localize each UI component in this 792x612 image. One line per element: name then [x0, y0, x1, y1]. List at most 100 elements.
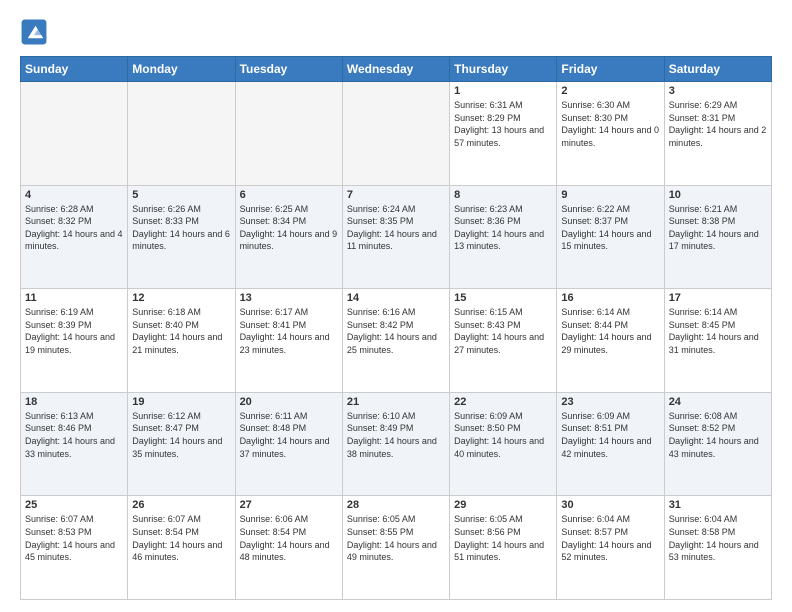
day-number: 29 — [454, 499, 552, 511]
day-info: Sunrise: 6:30 AMSunset: 8:30 PMDaylight:… — [561, 99, 659, 149]
day-info: Sunrise: 6:10 AMSunset: 8:49 PMDaylight:… — [347, 410, 445, 460]
day-number: 2 — [561, 85, 659, 97]
calendar-cell: 7 Sunrise: 6:24 AMSunset: 8:35 PMDaylight… — [342, 185, 449, 289]
day-number: 30 — [561, 499, 659, 511]
calendar-cell: 28 Sunrise: 6:05 AMSunset: 8:55 PMDayligh… — [342, 496, 449, 600]
day-info: Sunrise: 6:15 AMSunset: 8:43 PMDaylight:… — [454, 306, 552, 356]
day-info: Sunrise: 6:08 AMSunset: 8:52 PMDaylight:… — [669, 410, 767, 460]
day-info: Sunrise: 6:07 AMSunset: 8:53 PMDaylight:… — [25, 513, 123, 563]
day-header-wednesday: Wednesday — [342, 57, 449, 82]
day-info: Sunrise: 6:13 AMSunset: 8:46 PMDaylight:… — [25, 410, 123, 460]
day-info: Sunrise: 6:09 AMSunset: 8:51 PMDaylight:… — [561, 410, 659, 460]
day-info: Sunrise: 6:04 AMSunset: 8:57 PMDaylight:… — [561, 513, 659, 563]
calendar-cell — [235, 82, 342, 186]
day-number: 11 — [25, 292, 123, 304]
calendar-cell: 4Sunrise: 6:28 AMSunset: 8:32 PMDaylight… — [21, 185, 128, 289]
day-number: 23 — [561, 396, 659, 408]
day-number: 14 — [347, 292, 445, 304]
calendar-cell: 26 Sunrise: 6:07 AMSunset: 8:54 PMDayligh… — [128, 496, 235, 600]
calendar-cell: 31Sunrise: 6:04 AMSunset: 8:58 PMDayligh… — [664, 496, 771, 600]
calendar-cell: 11Sunrise: 6:19 AMSunset: 8:39 PMDayligh… — [21, 289, 128, 393]
day-number: 6 — [240, 189, 338, 201]
day-number: 5 — [132, 189, 230, 201]
calendar-cell: 19 Sunrise: 6:12 AMSunset: 8:47 PMDayligh… — [128, 392, 235, 496]
day-number: 12 — [132, 292, 230, 304]
calendar-week-row: 25 Sunrise: 6:07 AMSunset: 8:53 PMDayligh… — [21, 496, 772, 600]
calendar-cell: 6 Sunrise: 6:25 AMSunset: 8:34 PMDaylight… — [235, 185, 342, 289]
calendar-cell: 10 Sunrise: 6:21 AMSunset: 8:38 PMDayligh… — [664, 185, 771, 289]
calendar-cell: 21 Sunrise: 6:10 AMSunset: 8:49 PMDayligh… — [342, 392, 449, 496]
day-header-monday: Monday — [128, 57, 235, 82]
day-number: 20 — [240, 396, 338, 408]
calendar-table: SundayMondayTuesdayWednesdayThursdayFrid… — [20, 56, 772, 600]
calendar-week-row: 1Sunrise: 6:31 AMSunset: 8:29 PMDaylight… — [21, 82, 772, 186]
day-number: 17 — [669, 292, 767, 304]
calendar-cell: 14Sunrise: 6:16 AMSunset: 8:42 PMDayligh… — [342, 289, 449, 393]
day-info: Sunrise: 6:09 AMSunset: 8:50 PMDaylight:… — [454, 410, 552, 460]
day-info: Sunrise: 6:26 AMSunset: 8:33 PMDaylight:… — [132, 203, 230, 253]
calendar-cell: 24 Sunrise: 6:08 AMSunset: 8:52 PMDayligh… — [664, 392, 771, 496]
logo-icon — [20, 18, 48, 46]
day-info: Sunrise: 6:17 AMSunset: 8:41 PMDaylight:… — [240, 306, 338, 356]
calendar-header-row: SundayMondayTuesdayWednesdayThursdayFrid… — [21, 57, 772, 82]
day-header-thursday: Thursday — [450, 57, 557, 82]
calendar-week-row: 4Sunrise: 6:28 AMSunset: 8:32 PMDaylight… — [21, 185, 772, 289]
day-info: Sunrise: 6:23 AMSunset: 8:36 PMDaylight:… — [454, 203, 552, 253]
day-number: 9 — [561, 189, 659, 201]
calendar-cell — [21, 82, 128, 186]
calendar-cell: 30 Sunrise: 6:04 AMSunset: 8:57 PMDayligh… — [557, 496, 664, 600]
day-header-saturday: Saturday — [664, 57, 771, 82]
day-number: 19 — [132, 396, 230, 408]
day-header-sunday: Sunday — [21, 57, 128, 82]
calendar-cell: 18 Sunrise: 6:13 AMSunset: 8:46 PMDayligh… — [21, 392, 128, 496]
day-info: Sunrise: 6:12 AMSunset: 8:47 PMDaylight:… — [132, 410, 230, 460]
calendar-cell: 22 Sunrise: 6:09 AMSunset: 8:50 PMDayligh… — [450, 392, 557, 496]
day-number: 21 — [347, 396, 445, 408]
calendar-cell: 23 Sunrise: 6:09 AMSunset: 8:51 PMDayligh… — [557, 392, 664, 496]
day-number: 26 — [132, 499, 230, 511]
header — [20, 18, 772, 46]
calendar-cell: 15Sunrise: 6:15 AMSunset: 8:43 PMDayligh… — [450, 289, 557, 393]
day-number: 7 — [347, 189, 445, 201]
day-number: 18 — [25, 396, 123, 408]
day-number: 25 — [25, 499, 123, 511]
day-info: Sunrise: 6:14 AMSunset: 8:44 PMDaylight:… — [561, 306, 659, 356]
calendar-cell: 5 Sunrise: 6:26 AMSunset: 8:33 PMDaylight… — [128, 185, 235, 289]
calendar-cell: 17 Sunrise: 6:14 AMSunset: 8:45 PMDayligh… — [664, 289, 771, 393]
day-info: Sunrise: 6:25 AMSunset: 8:34 PMDaylight:… — [240, 203, 338, 253]
calendar-cell — [128, 82, 235, 186]
day-number: 16 — [561, 292, 659, 304]
day-info: Sunrise: 6:11 AMSunset: 8:48 PMDaylight:… — [240, 410, 338, 460]
day-number: 8 — [454, 189, 552, 201]
logo — [20, 18, 52, 46]
calendar-cell: 1Sunrise: 6:31 AMSunset: 8:29 PMDaylight… — [450, 82, 557, 186]
day-info: Sunrise: 6:29 AMSunset: 8:31 PMDaylight:… — [669, 99, 767, 149]
calendar-cell: 20 Sunrise: 6:11 AMSunset: 8:48 PMDayligh… — [235, 392, 342, 496]
day-info: Sunrise: 6:28 AMSunset: 8:32 PMDaylight:… — [25, 203, 123, 253]
day-number: 22 — [454, 396, 552, 408]
day-number: 10 — [669, 189, 767, 201]
day-info: Sunrise: 6:24 AMSunset: 8:35 PMDaylight:… — [347, 203, 445, 253]
calendar-cell: 8 Sunrise: 6:23 AMSunset: 8:36 PMDaylight… — [450, 185, 557, 289]
day-info: Sunrise: 6:14 AMSunset: 8:45 PMDaylight:… — [669, 306, 767, 356]
day-info: Sunrise: 6:21 AMSunset: 8:38 PMDaylight:… — [669, 203, 767, 253]
calendar-cell: 3 Sunrise: 6:29 AMSunset: 8:31 PMDaylight… — [664, 82, 771, 186]
calendar-cell: 27Sunrise: 6:06 AMSunset: 8:54 PMDayligh… — [235, 496, 342, 600]
calendar-cell: 13 Sunrise: 6:17 AMSunset: 8:41 PMDayligh… — [235, 289, 342, 393]
day-number: 1 — [454, 85, 552, 97]
day-header-tuesday: Tuesday — [235, 57, 342, 82]
day-info: Sunrise: 6:05 AMSunset: 8:55 PMDaylight:… — [347, 513, 445, 563]
day-number: 24 — [669, 396, 767, 408]
calendar-week-row: 11Sunrise: 6:19 AMSunset: 8:39 PMDayligh… — [21, 289, 772, 393]
day-number: 3 — [669, 85, 767, 97]
day-number: 13 — [240, 292, 338, 304]
calendar-cell: 29Sunrise: 6:05 AMSunset: 8:56 PMDayligh… — [450, 496, 557, 600]
calendar-cell: 2 Sunrise: 6:30 AMSunset: 8:30 PMDaylight… — [557, 82, 664, 186]
day-number: 28 — [347, 499, 445, 511]
page: SundayMondayTuesdayWednesdayThursdayFrid… — [0, 0, 792, 612]
day-info: Sunrise: 6:07 AMSunset: 8:54 PMDaylight:… — [132, 513, 230, 563]
calendar-cell: 12Sunrise: 6:18 AMSunset: 8:40 PMDayligh… — [128, 289, 235, 393]
calendar-cell: 9Sunrise: 6:22 AMSunset: 8:37 PMDaylight… — [557, 185, 664, 289]
calendar-cell: 25 Sunrise: 6:07 AMSunset: 8:53 PMDayligh… — [21, 496, 128, 600]
day-number: 31 — [669, 499, 767, 511]
